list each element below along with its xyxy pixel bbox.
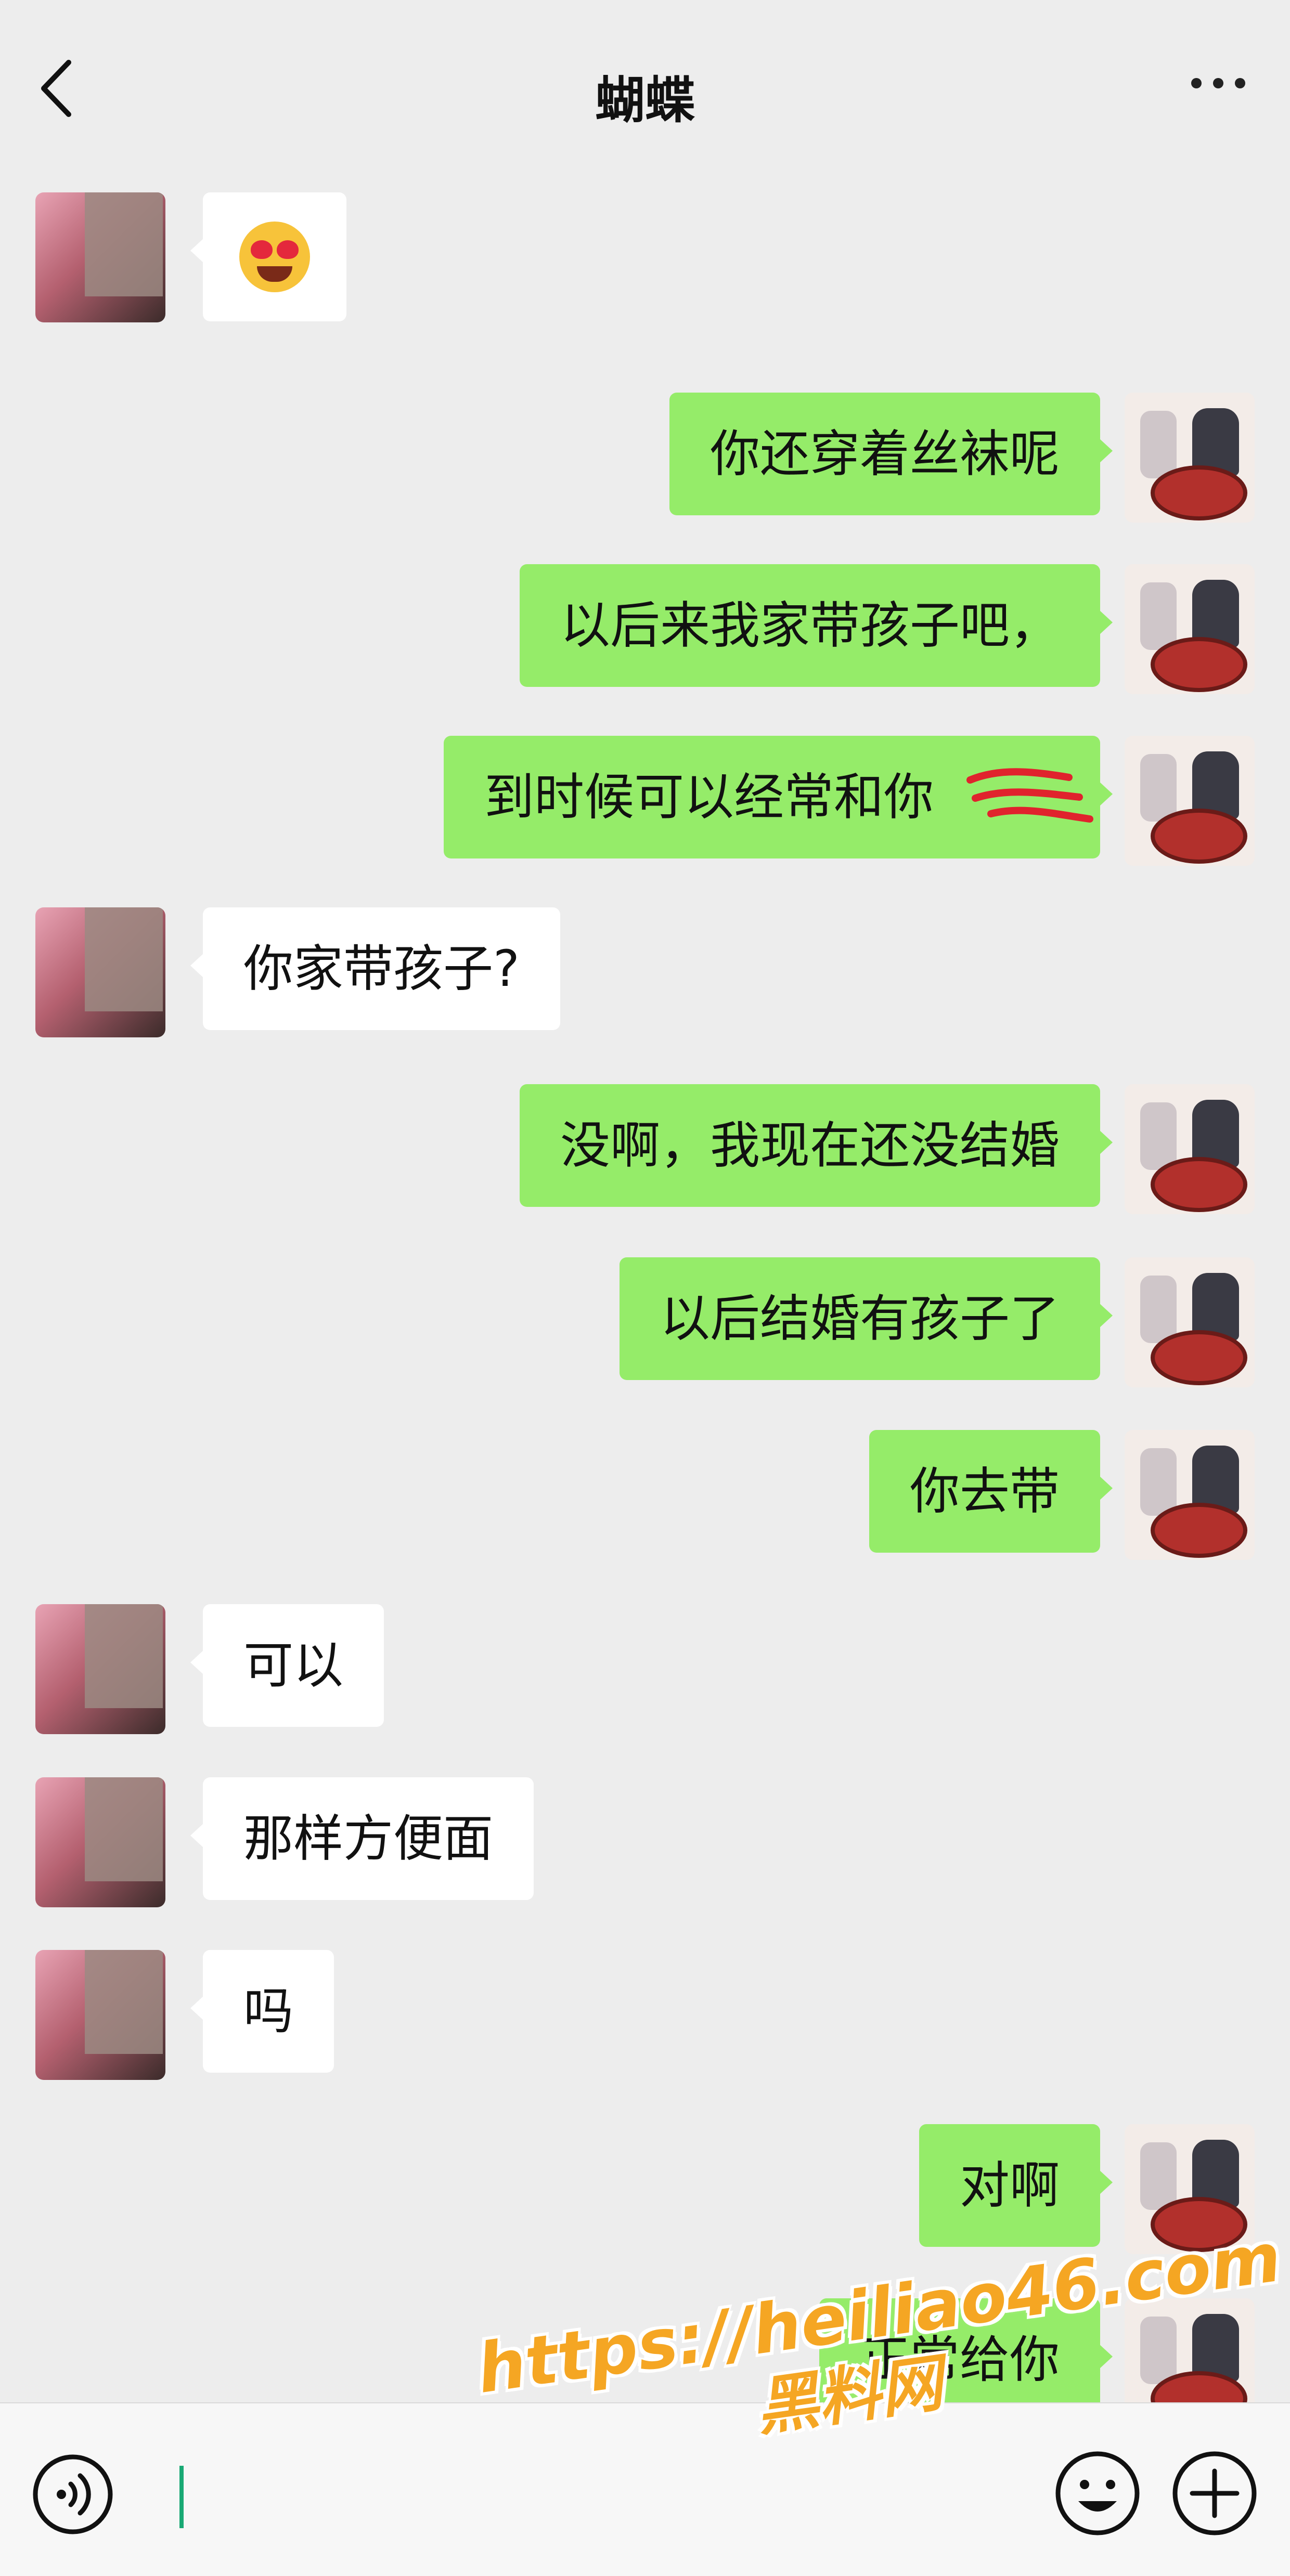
self-avatar[interactable]: [1125, 1430, 1255, 1560]
message-bubble-outgoing[interactable]: 对啊: [919, 2124, 1113, 2247]
red-scribble-redaction: [966, 768, 1093, 823]
self-avatar[interactable]: [1125, 1084, 1255, 1214]
chat-header: 蝴蝶: [0, 0, 1290, 172]
contact-avatar[interactable]: [35, 192, 165, 322]
contact-avatar[interactable]: [35, 1777, 165, 1907]
contact-avatar[interactable]: [35, 1950, 165, 2080]
message-bubble-outgoing[interactable]: 你去带: [869, 1430, 1113, 1553]
more-horizontal-icon[interactable]: [1191, 78, 1259, 99]
message-list[interactable]: 你还穿着丝袜呢 以后来我家带孩子吧， 到时候可以经常和你 你家带孩子? 没啊，我…: [0, 172, 1290, 2402]
self-avatar[interactable]: [1125, 1257, 1255, 1387]
chat-title: 蝴蝶: [595, 71, 695, 129]
message-bubble-incoming[interactable]: 吗: [190, 1950, 334, 2073]
message-bubble-outgoing[interactable]: 以后来我家带孩子吧，: [520, 564, 1113, 687]
message-bubble-outgoing[interactable]: 以后结婚有孩子了: [620, 1257, 1113, 1380]
message-bubble-incoming[interactable]: 那样方便面: [190, 1777, 534, 1900]
contact-avatar[interactable]: [35, 1604, 165, 1734]
heart-eyes-emoji-icon: [239, 222, 310, 292]
message-bubble-outgoing[interactable]: 到时候可以经常和你: [444, 736, 1113, 858]
message-bubble-incoming[interactable]: [190, 192, 346, 321]
self-avatar[interactable]: [1125, 736, 1255, 866]
contact-avatar[interactable]: [35, 907, 165, 1037]
text-caret: [179, 2466, 184, 2528]
self-avatar[interactable]: [1125, 393, 1255, 523]
self-avatar[interactable]: [1125, 564, 1255, 694]
plus-icon[interactable]: [1170, 2449, 1259, 2538]
message-text: 到时候可以经常和你: [484, 768, 934, 826]
voice-icon[interactable]: [31, 2453, 114, 2536]
message-bubble-incoming[interactable]: 可以: [190, 1604, 384, 1727]
message-bubble-incoming[interactable]: 你家带孩子?: [190, 907, 560, 1030]
message-bubble-outgoing[interactable]: 你还穿着丝袜呢: [669, 393, 1113, 515]
message-bubble-outgoing[interactable]: 没啊，我现在还没结婚: [520, 1084, 1113, 1207]
